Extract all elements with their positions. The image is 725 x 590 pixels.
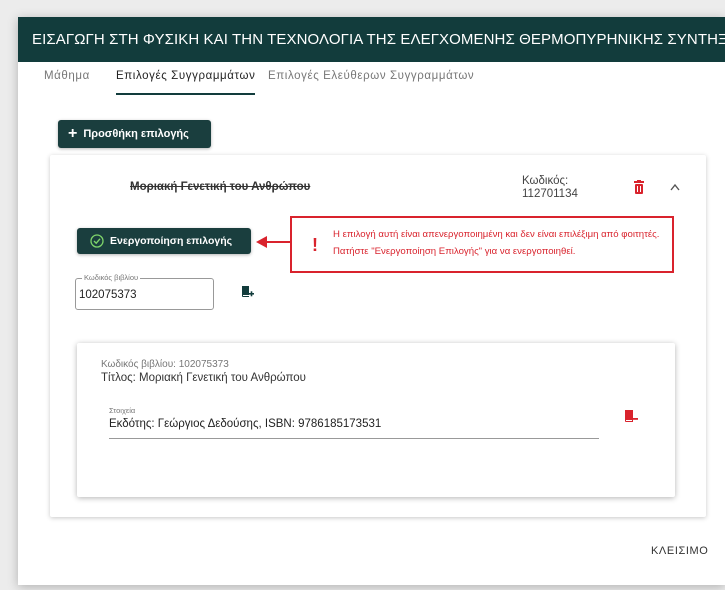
tab-course[interactable]: Μάθημα — [44, 69, 90, 95]
tab-free-book-options[interactable]: Επιλογές Ελεύθερων Συγγραμμάτων — [268, 69, 474, 95]
add-book-icon[interactable] — [240, 285, 254, 299]
warning-box: ! Η επιλογή αυτή είναι απενεργοποιημένη … — [290, 216, 674, 273]
option-code-value: 112701134 — [522, 188, 578, 200]
book-code-field[interactable]: Κωδικός βιβλίου — [75, 273, 214, 310]
warning-message: Η επιλογή αυτή είναι απενεργοποιημένη κα… — [333, 229, 660, 257]
book-details-label: Στοιχεία — [109, 406, 136, 415]
chevron-up-icon[interactable] — [670, 183, 680, 191]
add-option-button[interactable]: + Προσθήκη επιλογής — [58, 120, 211, 148]
option-title: Μοριακή Γενετική του Ανθρώπου — [130, 181, 311, 193]
activate-option-button[interactable]: Ενεργοποίηση επιλογής — [77, 228, 251, 254]
tab-book-options[interactable]: Επιλογές Συγγραμμάτων — [116, 69, 256, 95]
warning-icon: ! — [312, 235, 318, 255]
tab-bar: Μάθημα Επιλογές Συγγραμμάτων Επιλογές Ελ… — [44, 69, 725, 95]
activate-option-label: Ενεργοποίηση επιλογής — [110, 235, 233, 247]
book-card: Κωδικός βιβλίου: 102075373 Τίτλος: Μορια… — [77, 343, 675, 497]
book-details-value: Εκδότης: Γεώργιος Δεδούσης, ISBN: 978618… — [109, 418, 599, 439]
book-code-line: Κωδικός βιβλίου: 102075373 — [101, 359, 229, 370]
book-code-field-label: Κωδικός βιβλίου — [82, 273, 141, 282]
plus-icon: + — [68, 125, 78, 142]
dialog-title: ΕΙΣΑΓΩΓΗ ΣΤΗ ΦΥΣΙΚΗ ΚΑΙ ΤΗΝ ΤΕΧΝΟΛΟΓΙΑ Τ… — [18, 17, 725, 62]
book-code-input[interactable] — [76, 289, 211, 301]
option-card: Μοριακή Γενετική του Ανθρώπου Κωδικός: 1… — [50, 155, 706, 517]
delete-icon[interactable] — [634, 180, 644, 194]
remove-book-icon[interactable] — [624, 409, 638, 424]
option-code-label: Κωδικός: — [522, 175, 569, 187]
check-circle-icon — [90, 234, 104, 248]
add-option-label: Προσθήκη επιλογής — [83, 128, 189, 140]
book-title-line: Τίτλος: Μοριακή Γενετική του Ανθρώπου — [101, 372, 306, 384]
dialog: ΕΙΣΑΓΩΓΗ ΣΤΗ ΦΥΣΙΚΗ ΚΑΙ ΤΗΝ ΤΕΧΝΟΛΟΓΙΑ Τ… — [18, 17, 725, 585]
close-button[interactable]: ΚΛΕΙΣΙΜΟ — [651, 545, 708, 557]
arrow-left-icon — [256, 236, 290, 248]
